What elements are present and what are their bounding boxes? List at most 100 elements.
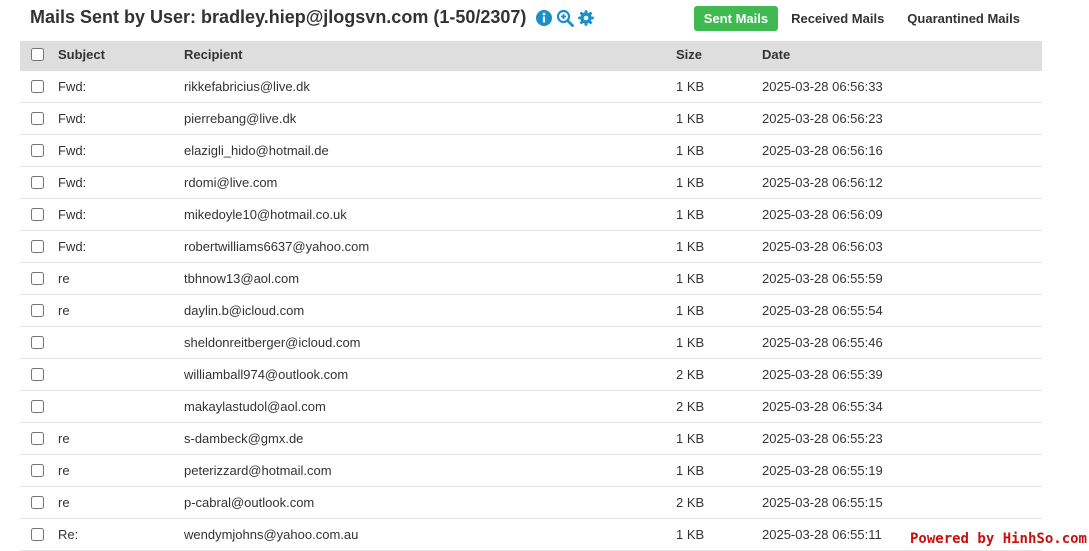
cell-date: 2025-03-28 06:55:54 — [762, 303, 883, 318]
cell-size: 1 KB — [676, 79, 705, 94]
table-row[interactable]: Fwd: mikedoyle10@hotmail.co.uk 1 KB 2025-03… — [20, 199, 1042, 231]
table-row[interactable]: Fwd: pierrebang@live.dk 1 KB 2025-03-28 06:… — [20, 103, 1042, 135]
table-row[interactable]: re daylin.b@icloud.com 1 KB 2025-03-28 06:5… — [20, 295, 1042, 327]
cell-recipient: makaylastudol@aol.com — [184, 399, 326, 414]
cell-size: 2 KB — [676, 495, 705, 510]
row-checkbox[interactable] — [31, 240, 44, 253]
row-checkbox[interactable] — [31, 496, 44, 509]
row-checkbox[interactable] — [31, 432, 44, 445]
cell-size: 1 KB — [676, 527, 705, 542]
cell-recipient: daylin.b@icloud.com — [184, 303, 305, 318]
cell-subject: Fwd: — [58, 79, 87, 94]
cell-size: 1 KB — [676, 175, 705, 190]
cell-recipient: tbhnow13@aol.com — [184, 271, 300, 286]
cell-size: 1 KB — [676, 239, 705, 254]
gear-icon[interactable] — [577, 9, 595, 27]
cell-recipient: robertwilliams6637@yahoo.com — [184, 239, 370, 254]
cell-subject: Fwd: — [58, 239, 87, 254]
table-row[interactable]: re tbhnow13@aol.com 1 KB 2025-03-28 06:55:5… — [20, 263, 1042, 295]
cell-recipient: williamball974@outlook.com — [184, 367, 349, 382]
cell-recipient: s-dambeck@gmx.de — [184, 431, 304, 446]
cell-recipient: rdomi@live.com — [184, 175, 278, 190]
cell-size: 1 KB — [676, 431, 705, 446]
cell-size: 1 KB — [676, 463, 705, 478]
row-checkbox[interactable] — [31, 528, 44, 541]
cell-date: 2025-03-28 06:56:12 — [762, 175, 883, 190]
cell-date: 2025-03-28 06:56:16 — [762, 143, 883, 158]
cell-subject: re — [58, 431, 70, 446]
cell-subject: re — [58, 495, 70, 510]
row-checkbox[interactable] — [31, 272, 44, 285]
column-header-size[interactable]: Size — [676, 41, 702, 69]
table-row[interactable]: Fwd: robertwilliams6637@yahoo.com 1 KB 2025… — [20, 231, 1042, 263]
table-row[interactable]: re s-dambeck@gmx.de 1 KB 2025-03-28 06:55:2… — [20, 423, 1042, 455]
tab-received-mails[interactable]: Received Mails — [781, 6, 894, 31]
cell-size: 2 KB — [676, 367, 705, 382]
table-header: Subject Recipient Size Date — [20, 41, 1042, 71]
cell-date: 2025-03-28 06:55:34 — [762, 399, 883, 414]
cell-date: 2025-03-28 06:56:33 — [762, 79, 883, 94]
cell-recipient: sheldonreitberger@icloud.com — [184, 335, 361, 350]
mail-panel: Mails Sent by User: bradley.hiep@jlogsvn… — [20, 0, 1042, 551]
select-all-checkbox[interactable] — [31, 48, 44, 61]
table-row[interactable]: Re: wendymjohns@yahoo.com.au 1 KB 2025-03-2… — [20, 519, 1042, 551]
cell-recipient: mikedoyle10@hotmail.co.uk — [184, 207, 347, 222]
mail-tabs: Sent Mails Received Mails Quarantined Ma… — [691, 6, 1030, 31]
watermark: Powered by HinhSo.com — [907, 531, 1089, 547]
cell-size: 1 KB — [676, 111, 705, 126]
cell-subject: re — [58, 271, 70, 286]
table-row[interactable]: Fwd: rdomi@live.com 1 KB 2025-03-28 06:56:1… — [20, 167, 1042, 199]
cell-size: 1 KB — [676, 335, 705, 350]
table-row[interactable]: Fwd: elazigli_hido@hotmail.de 1 KB 2025-03-… — [20, 135, 1042, 167]
zoom-in-icon[interactable] — [556, 9, 575, 27]
cell-subject: Fwd: — [58, 111, 87, 126]
row-checkbox[interactable] — [31, 304, 44, 317]
cell-recipient: wendymjohns@yahoo.com.au — [184, 527, 359, 542]
table-row[interactable]: re p-cabral@outlook.com 2 KB 2025-03-28 06:… — [20, 487, 1042, 519]
cell-date: 2025-03-28 06:55:46 — [762, 335, 883, 350]
row-checkbox[interactable] — [31, 112, 44, 125]
table-row[interactable]: Fwd: rikkefabricius@live.dk 1 KB 2025-03-28… — [20, 71, 1042, 103]
tab-sent-mails[interactable]: Sent Mails — [693, 6, 779, 31]
cell-size: 2 KB — [676, 399, 705, 414]
cell-recipient: p-cabral@outlook.com — [184, 495, 315, 510]
cell-date: 2025-03-28 06:56:03 — [762, 239, 883, 254]
row-checkbox[interactable] — [31, 464, 44, 477]
cell-size: 1 KB — [676, 207, 705, 222]
cell-size: 1 KB — [676, 303, 705, 318]
mail-table-body: Fwd: rikkefabricius@live.dk 1 KB 2025-03-28… — [20, 71, 1042, 551]
cell-date: 2025-03-28 06:55:59 — [762, 271, 883, 286]
tab-quarantined-mails[interactable]: Quarantined Mails — [897, 6, 1030, 31]
cell-subject: re — [58, 303, 70, 318]
cell-date: 2025-03-28 06:55:19 — [762, 463, 883, 478]
table-row[interactable]: sheldonreitberger@icloud.com 1 KB 2025-03-… — [20, 327, 1042, 359]
table-row[interactable]: makaylastudol@aol.com 2 KB 2025-03-28 06:5… — [20, 391, 1042, 423]
row-checkbox[interactable] — [31, 336, 44, 349]
cell-date: 2025-03-28 06:55:39 — [762, 367, 883, 382]
header-icons — [532, 9, 595, 27]
cell-date: 2025-03-28 06:55:15 — [762, 495, 883, 510]
column-header-recipient[interactable]: Recipient — [184, 41, 243, 69]
info-icon[interactable] — [535, 9, 553, 27]
cell-size: 1 KB — [676, 143, 705, 158]
row-checkbox[interactable] — [31, 208, 44, 221]
row-checkbox[interactable] — [31, 176, 44, 189]
cell-recipient: rikkefabricius@live.dk — [184, 79, 310, 94]
cell-date: 2025-03-28 06:55:11 — [762, 527, 882, 542]
cell-subject: Fwd: — [58, 207, 87, 222]
cell-recipient: peterizzard@hotmail.com — [184, 463, 332, 478]
cell-subject: Fwd: — [58, 143, 87, 158]
column-header-subject[interactable]: Subject — [58, 41, 105, 69]
row-checkbox[interactable] — [31, 80, 44, 93]
panel-header: Mails Sent by User: bradley.hiep@jlogsvn… — [20, 0, 1042, 41]
row-checkbox[interactable] — [31, 144, 44, 157]
table-row[interactable]: re peterizzard@hotmail.com 1 KB 2025-03-28 … — [20, 455, 1042, 487]
row-checkbox[interactable] — [31, 400, 44, 413]
table-row[interactable]: williamball974@outlook.com 2 KB 2025-03-28… — [20, 359, 1042, 391]
cell-subject: re — [58, 463, 70, 478]
column-header-date[interactable]: Date — [762, 41, 790, 69]
row-checkbox[interactable] — [31, 368, 44, 381]
cell-subject: Fwd: — [58, 175, 87, 190]
title-wrap: Mails Sent by User: bradley.hiep@jlogsvn… — [30, 7, 595, 28]
cell-recipient: elazigli_hido@hotmail.de — [184, 143, 329, 158]
